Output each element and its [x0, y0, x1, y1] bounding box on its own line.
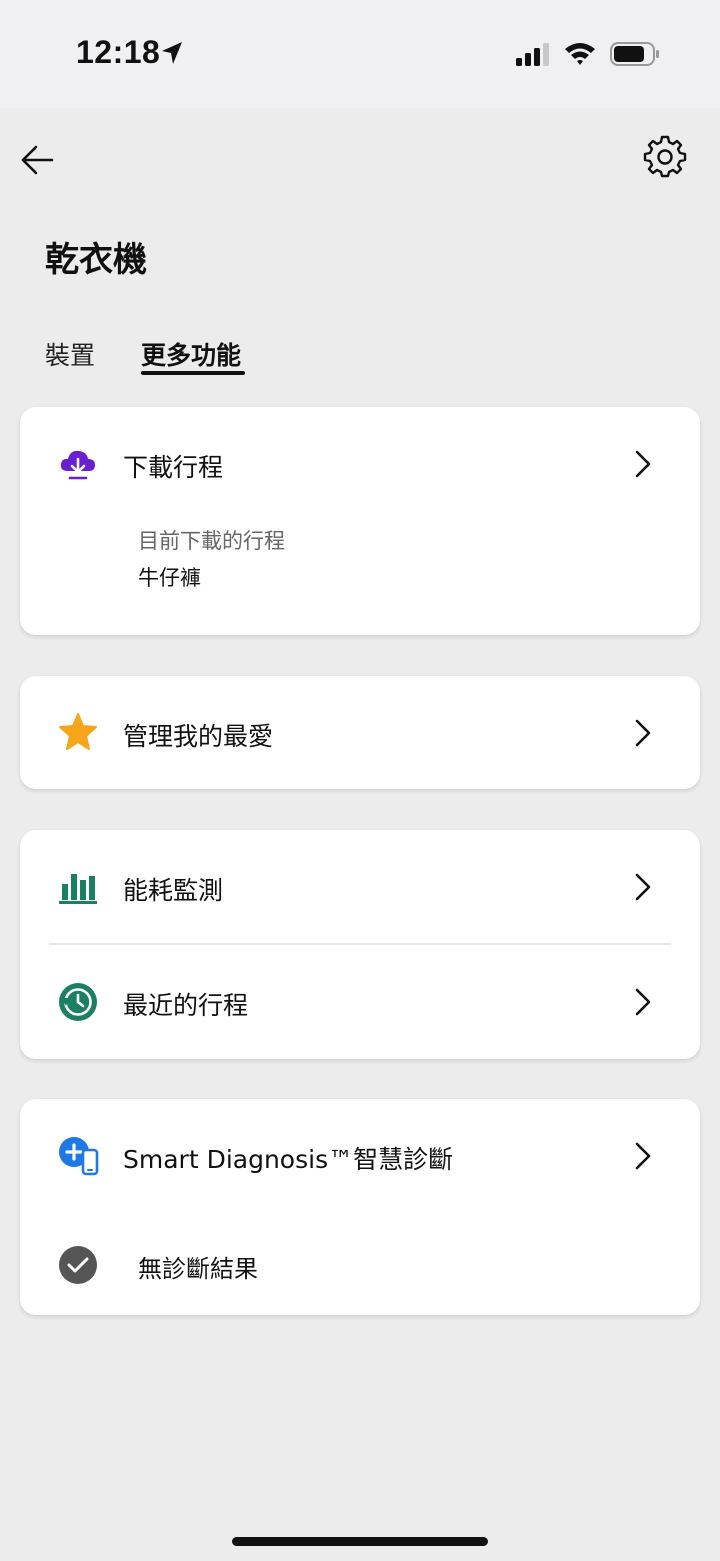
- chevron-right-icon: [632, 1141, 654, 1171]
- history-clock-icon: [58, 982, 98, 1022]
- back-button[interactable]: [18, 140, 58, 180]
- download-program-card[interactable]: 下載行程 目前下載的行程 牛仔褲: [20, 407, 700, 635]
- recent-programs-title: 最近的行程: [123, 991, 249, 1020]
- cloud-download-icon: [58, 445, 98, 485]
- page-title: 乾衣機: [45, 240, 147, 280]
- chevron-right-icon: [632, 449, 654, 479]
- manage-favorites-card[interactable]: 管理我的最愛: [20, 676, 700, 789]
- current-program-value: 牛仔褲: [138, 566, 201, 590]
- check-circle-icon: [58, 1245, 98, 1285]
- download-program-title: 下載行程: [123, 453, 224, 482]
- smart-diagnosis-card[interactable]: Smart Diagnosis™智慧診斷 無診斷結果: [20, 1099, 700, 1315]
- wifi-icon: [563, 40, 597, 70]
- location-arrow-icon: [160, 40, 184, 70]
- status-time: 12:18: [76, 34, 161, 70]
- home-indicator: [232, 1537, 488, 1546]
- energy-recent-card: 能耗監測 最近的行程: [20, 830, 700, 1059]
- cellular-signal-icon: [515, 42, 551, 70]
- battery-icon: [610, 41, 660, 71]
- smart-diagnosis-title: Smart Diagnosis™智慧診斷: [123, 1145, 454, 1174]
- star-icon: [58, 712, 98, 752]
- energy-monitoring-row[interactable]: 能耗監測: [20, 830, 700, 943]
- tab-device[interactable]: 裝置: [45, 336, 95, 372]
- tab-more-features[interactable]: 更多功能: [141, 336, 241, 372]
- manage-favorites-title: 管理我的最愛: [123, 722, 274, 751]
- current-program-label: 目前下載的行程: [138, 529, 285, 553]
- active-tab-indicator: [141, 371, 245, 375]
- settings-button[interactable]: [643, 134, 687, 178]
- chevron-right-icon: [632, 718, 654, 748]
- gear-icon: [643, 135, 687, 178]
- bar-chart-icon: [58, 866, 98, 906]
- back-arrow-icon: [21, 145, 54, 175]
- recent-programs-row[interactable]: 最近的行程: [20, 945, 700, 1059]
- chevron-right-icon: [632, 987, 654, 1017]
- chevron-right-icon: [632, 872, 654, 902]
- diagnosis-result: 無診斷結果: [138, 1255, 258, 1283]
- energy-monitoring-title: 能耗監測: [123, 876, 224, 905]
- status-bar: 12:18: [0, 0, 720, 108]
- diagnosis-phone-icon: [58, 1135, 100, 1177]
